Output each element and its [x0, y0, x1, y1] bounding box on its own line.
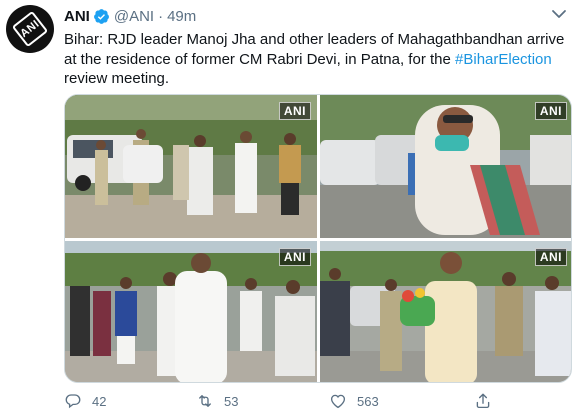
action-bar: 42 53 563: [64, 390, 572, 412]
share-button[interactable]: [474, 390, 502, 412]
ani-watermark: ANI: [278, 248, 311, 266]
share-icon: [476, 393, 490, 409]
tweet-timestamp[interactable]: 49m: [167, 8, 196, 25]
ani-watermark: ANI: [278, 102, 311, 120]
reply-icon: [65, 394, 81, 409]
tweet-header: ANI @ANI · 49m: [64, 6, 196, 26]
like-count: 563: [357, 393, 379, 409]
reply-button[interactable]: 42: [64, 390, 106, 412]
separator-dot: ·: [158, 7, 164, 25]
account-name[interactable]: ANI: [64, 8, 90, 25]
ani-watermark: ANI: [534, 102, 567, 120]
retweet-button[interactable]: 53: [196, 390, 238, 412]
tweet[interactable]: ANI ANI @ANI · 49m Bihar: RJD leader Man…: [0, 0, 576, 418]
retweet-count: 53: [224, 393, 239, 409]
avatar[interactable]: ANI: [6, 5, 54, 53]
account-handle[interactable]: @ANI: [114, 8, 154, 25]
tweet-text-part: review meeting.: [64, 70, 170, 87]
ani-watermark: ANI: [534, 248, 567, 266]
reply-count: 42: [92, 393, 107, 409]
verified-icon: [93, 8, 109, 24]
photo-1[interactable]: ANI: [65, 95, 317, 238]
like-button[interactable]: 563: [329, 390, 379, 412]
hashtag-link[interactable]: #BiharElection: [455, 51, 552, 68]
retweet-icon: [199, 395, 211, 407]
tweet-text: Bihar: RJD leader Manoj Jha and other le…: [64, 30, 572, 89]
more-icon[interactable]: [550, 8, 568, 20]
photo-2[interactable]: ANI: [320, 95, 571, 238]
media-grid: ANI ANI ANI ANI: [64, 94, 572, 383]
avatar-logo-text: ANI: [18, 17, 42, 41]
photo-3[interactable]: ANI: [65, 241, 317, 382]
photo-4[interactable]: ANI: [320, 241, 571, 382]
like-icon: [330, 394, 346, 409]
